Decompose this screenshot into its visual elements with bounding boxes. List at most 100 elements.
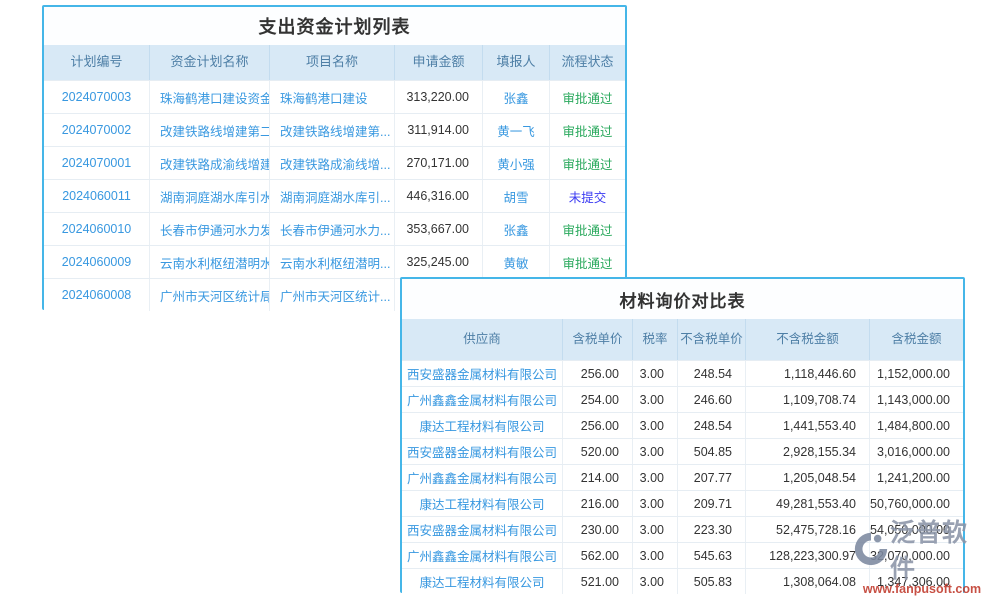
reporter-cell: 黄敏 xyxy=(482,246,549,278)
status-badge: 审批通过 xyxy=(549,81,625,113)
plan-id-cell[interactable]: 2024060011 xyxy=(44,180,149,212)
table-row[interactable]: 广州鑫鑫金属材料有限公司 214.00 3.00 207.77 1,205,04… xyxy=(402,464,963,490)
table-row[interactable]: 2024070001 改建铁路成渝线增建... 改建铁路成渝线增... 270,… xyxy=(44,146,625,179)
tax-rate-cell: 3.00 xyxy=(632,439,677,464)
plan-col-status: 流程状态 xyxy=(549,45,625,80)
plan-name-cell[interactable]: 云南水利枢纽潜明水... xyxy=(149,246,269,278)
plan-id-cell[interactable]: 2024060008 xyxy=(44,279,149,311)
supplier-cell[interactable]: 广州鑫鑫金属材料有限公司 xyxy=(402,387,562,412)
project-name-cell[interactable]: 珠海鹤港口建设 xyxy=(269,81,394,113)
amount-cell: 446,316.00 xyxy=(394,180,482,212)
supplier-cell[interactable]: 西安盛器金属材料有限公司 xyxy=(402,361,562,386)
plan-table-title: 支出资金计划列表 xyxy=(44,7,625,45)
status-badge: 审批通过 xyxy=(549,246,625,278)
plan-name-cell[interactable]: 湖南洞庭湖水库引水... xyxy=(149,180,269,212)
price-incl-tax-cell: 216.00 xyxy=(562,491,632,516)
price-incl-tax-cell: 230.00 xyxy=(562,517,632,542)
status-badge: 审批通过 xyxy=(549,213,625,245)
table-row[interactable]: 2024060009 云南水利枢纽潜明水... 云南水利枢纽潜明... 325,… xyxy=(44,245,625,278)
amount-incl-tax-cell: 1,143,000.00 xyxy=(869,387,963,412)
quote-table-title: 材料询价对比表 xyxy=(402,279,963,319)
amount-excl-tax-cell: 1,441,553.40 xyxy=(745,413,869,438)
price-incl-tax-cell: 256.00 xyxy=(562,361,632,386)
tax-rate-cell: 3.00 xyxy=(632,465,677,490)
plan-id-cell[interactable]: 2024070003 xyxy=(44,81,149,113)
supplier-cell[interactable]: 康达工程材料有限公司 xyxy=(402,491,562,516)
plan-id-cell[interactable]: 2024060009 xyxy=(44,246,149,278)
plan-name-cell[interactable]: 广州市天河区统计局... xyxy=(149,279,269,311)
amount-excl-tax-cell: 2,928,155.34 xyxy=(745,439,869,464)
reporter-cell: 张鑫 xyxy=(482,213,549,245)
watermark-brand-text: 泛普软件 xyxy=(890,513,992,585)
amount-cell: 270,171.00 xyxy=(394,147,482,179)
amount-excl-tax-cell: 1,205,048.54 xyxy=(745,465,869,490)
table-row[interactable]: 2024070003 珠海鹤港口建设资金... 珠海鹤港口建设 313,220.… xyxy=(44,80,625,113)
project-name-cell[interactable]: 改建铁路线增建第... xyxy=(269,114,394,146)
fanpu-logo-icon xyxy=(852,530,890,568)
amount-cell: 311,914.00 xyxy=(394,114,482,146)
supplier-cell[interactable]: 广州鑫鑫金属材料有限公司 xyxy=(402,543,562,568)
plan-name-cell[interactable]: 珠海鹤港口建设资金... xyxy=(149,81,269,113)
table-row[interactable]: 广州鑫鑫金属材料有限公司 254.00 3.00 246.60 1,109,70… xyxy=(402,386,963,412)
plan-col-amount: 申请金额 xyxy=(394,45,482,80)
plan-id-cell[interactable]: 2024070002 xyxy=(44,114,149,146)
table-row[interactable]: 康达工程材料有限公司 256.00 3.00 248.54 1,441,553.… xyxy=(402,412,963,438)
supplier-cell[interactable]: 西安盛器金属材料有限公司 xyxy=(402,439,562,464)
tax-rate-cell: 3.00 xyxy=(632,491,677,516)
plan-col-reporter: 填报人 xyxy=(482,45,549,80)
amount-cell: 325,245.00 xyxy=(394,246,482,278)
fanpu-watermark: 泛普软件 www.fanpusoft.com xyxy=(852,513,992,596)
project-name-cell[interactable]: 云南水利枢纽潜明... xyxy=(269,246,394,278)
reporter-cell: 黄一飞 xyxy=(482,114,549,146)
plan-col-id: 计划编号 xyxy=(44,45,149,80)
price-excl-tax-cell: 246.60 xyxy=(677,387,745,412)
table-row[interactable]: 2024070002 改建铁路线增建第二... 改建铁路线增建第... 311,… xyxy=(44,113,625,146)
supplier-cell[interactable]: 康达工程材料有限公司 xyxy=(402,569,562,594)
reporter-cell: 张鑫 xyxy=(482,81,549,113)
tax-rate-cell: 3.00 xyxy=(632,517,677,542)
project-name-cell[interactable]: 湖南洞庭湖水库引... xyxy=(269,180,394,212)
project-name-cell[interactable]: 改建铁路成渝线增... xyxy=(269,147,394,179)
plan-id-cell[interactable]: 2024060010 xyxy=(44,213,149,245)
tax-rate-cell: 3.00 xyxy=(632,543,677,568)
plan-col-project: 项目名称 xyxy=(269,45,394,80)
tax-rate-cell: 3.00 xyxy=(632,569,677,594)
quote-col-supplier: 供应商 xyxy=(402,319,562,360)
quote-col-price-excl: 不含税单价 xyxy=(677,319,745,360)
amount-excl-tax-cell: 1,118,446.60 xyxy=(745,361,869,386)
price-excl-tax-cell: 248.54 xyxy=(677,413,745,438)
status-badge: 审批通过 xyxy=(549,147,625,179)
plan-name-cell[interactable]: 长春市伊通河水力发... xyxy=(149,213,269,245)
amount-excl-tax-cell: 49,281,553.40 xyxy=(745,491,869,516)
table-row[interactable]: 2024060010 长春市伊通河水力发... 长春市伊通河水力... 353,… xyxy=(44,212,625,245)
price-incl-tax-cell: 521.00 xyxy=(562,569,632,594)
amount-excl-tax-cell: 128,223,300.97 xyxy=(745,543,869,568)
price-excl-tax-cell: 207.77 xyxy=(677,465,745,490)
plan-name-cell[interactable]: 改建铁路成渝线增建... xyxy=(149,147,269,179)
price-incl-tax-cell: 256.00 xyxy=(562,413,632,438)
amount-incl-tax-cell: 1,484,800.00 xyxy=(869,413,963,438)
quote-col-price-incl: 含税单价 xyxy=(562,319,632,360)
plan-name-cell[interactable]: 改建铁路线增建第二... xyxy=(149,114,269,146)
price-incl-tax-cell: 214.00 xyxy=(562,465,632,490)
table-row[interactable]: 西安盛器金属材料有限公司 256.00 3.00 248.54 1,118,44… xyxy=(402,360,963,386)
table-row[interactable]: 2024060011 湖南洞庭湖水库引水... 湖南洞庭湖水库引... 446,… xyxy=(44,179,625,212)
plan-id-cell[interactable]: 2024070001 xyxy=(44,147,149,179)
amount-cell: 353,667.00 xyxy=(394,213,482,245)
supplier-cell[interactable]: 康达工程材料有限公司 xyxy=(402,413,562,438)
quote-col-tax-rate: 税率 xyxy=(632,319,677,360)
project-name-cell[interactable]: 广州市天河区统计... xyxy=(269,279,394,311)
status-badge: 未提交 xyxy=(549,180,625,212)
price-excl-tax-cell: 223.30 xyxy=(677,517,745,542)
supplier-cell[interactable]: 广州鑫鑫金属材料有限公司 xyxy=(402,465,562,490)
tax-rate-cell: 3.00 xyxy=(632,413,677,438)
price-excl-tax-cell: 505.83 xyxy=(677,569,745,594)
quote-col-amount-incl: 含税金额 xyxy=(869,319,963,360)
price-excl-tax-cell: 209.71 xyxy=(677,491,745,516)
price-incl-tax-cell: 562.00 xyxy=(562,543,632,568)
reporter-cell: 黄小强 xyxy=(482,147,549,179)
table-row[interactable]: 西安盛器金属材料有限公司 520.00 3.00 504.85 2,928,15… xyxy=(402,438,963,464)
supplier-cell[interactable]: 西安盛器金属材料有限公司 xyxy=(402,517,562,542)
project-name-cell[interactable]: 长春市伊通河水力... xyxy=(269,213,394,245)
plan-table-header: 计划编号 资金计划名称 项目名称 申请金额 填报人 流程状态 xyxy=(44,45,625,80)
